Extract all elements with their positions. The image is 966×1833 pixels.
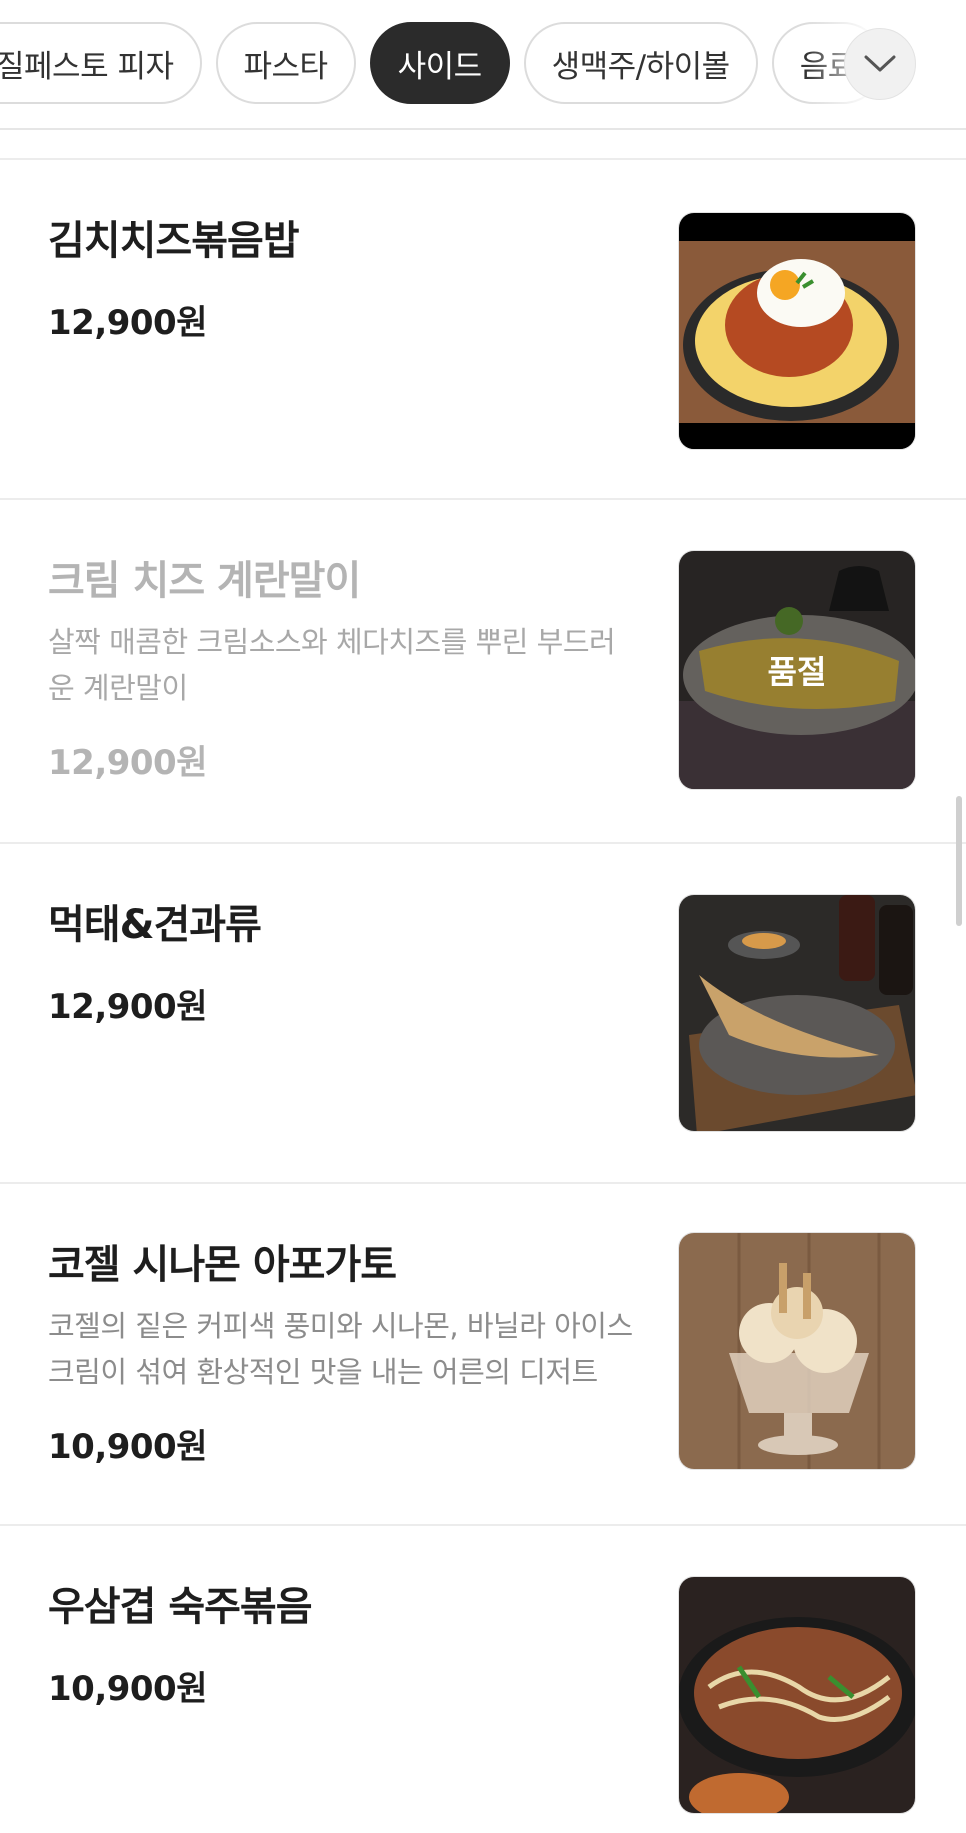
menu-item[interactable]: 코젤 시나몬 아포가토 코젤의 짙은 커피색 풍미와 시나몬, 바닐라 아이스크…: [0, 1182, 966, 1524]
scrollbar[interactable]: [956, 796, 962, 926]
menu-item-price: 12,900원: [48, 303, 207, 343]
chevron-down-icon: [864, 55, 896, 72]
category-tab-strip: 바질페스토 피자 파스타 사이드 생맥주/하이볼 음료: [0, 22, 884, 104]
kimchi-fried-rice-image: [679, 213, 915, 449]
menu-item-image[interactable]: 품절: [678, 550, 916, 790]
sold-out-label: 품절: [767, 653, 827, 691]
menu-item[interactable]: 크림 치즈 계란말이 살짝 매콤한 크림소스와 체다치즈를 뿌린 부드러운 계란…: [0, 498, 966, 842]
menu-item-info: 코젤 시나몬 아포가토 코젤의 짙은 커피색 풍미와 시나몬, 바닐라 아이스크…: [48, 1239, 638, 1468]
menu-item-info: 우삼겹 숙주볶음 10,900원: [48, 1581, 638, 1710]
menu-item[interactable]: 김치치즈볶음밥 12,900원: [0, 158, 966, 498]
menu-item-description: 살짝 매콤한 크림소스와 체다치즈를 뿌린 부드러운 계란말이: [48, 625, 616, 705]
menu-item-price: 12,900원: [48, 987, 207, 1027]
menu-item-info: 크림 치즈 계란말이 살짝 매콤한 크림소스와 체다치즈를 뿌린 부드러운 계란…: [48, 555, 638, 784]
menu-list: 김치치즈볶음밥 12,900원 크림 치즈 계란말이 살짝 매콤한 크림소스와 …: [0, 158, 966, 1824]
menu-item-image[interactable]: [678, 1232, 916, 1470]
category-expand-button[interactable]: [844, 28, 916, 100]
menu-item-price: 10,900원: [48, 1427, 207, 1467]
sold-out-overlay: 품절: [679, 551, 915, 789]
tab-pasta[interactable]: 파스타: [215, 22, 356, 104]
tab-basil-pesto-pizza[interactable]: 바질페스토 피자: [0, 22, 202, 104]
menu-item-info: 먹태&견과류 12,900원: [48, 899, 638, 1028]
menu-item-name: 먹태&견과류: [48, 902, 262, 948]
menu-item-name: 우삼겹 숙주볶음: [48, 1584, 313, 1630]
dried-pollack-image: [679, 895, 915, 1131]
menu-item-image[interactable]: [678, 894, 916, 1132]
menu-item-image[interactable]: [678, 1576, 916, 1814]
menu-item-price: 10,900원: [48, 1669, 207, 1709]
menu-item-name: 크림 치즈 계란말이: [48, 558, 361, 604]
beef-sprout-stirfry-image: [679, 1577, 915, 1813]
menu-item-price: 12,900원: [48, 743, 207, 783]
category-tab-bar: 바질페스토 피자 파스타 사이드 생맥주/하이볼 음료: [0, 0, 966, 130]
menu-item-name: 김치치즈볶음밥: [48, 218, 300, 264]
tab-side[interactable]: 사이드: [369, 22, 510, 104]
menu-item-info: 김치치즈볶음밥 12,900원: [48, 215, 638, 344]
menu-item[interactable]: 우삼겹 숙주볶음 10,900원: [0, 1524, 966, 1824]
menu-item-description: 코젤의 짙은 커피색 풍미와 시나몬, 바닐라 아이스크림이 섞여 환상적인 맛…: [48, 1309, 633, 1389]
menu-item[interactable]: 먹태&견과류 12,900원: [0, 842, 966, 1182]
menu-item-image[interactable]: [678, 212, 916, 450]
affogato-image: [679, 1233, 915, 1469]
tab-draft-beer-highball[interactable]: 생맥주/하이볼: [523, 22, 758, 104]
menu-item-name: 코젤 시나몬 아포가토: [48, 1242, 397, 1288]
